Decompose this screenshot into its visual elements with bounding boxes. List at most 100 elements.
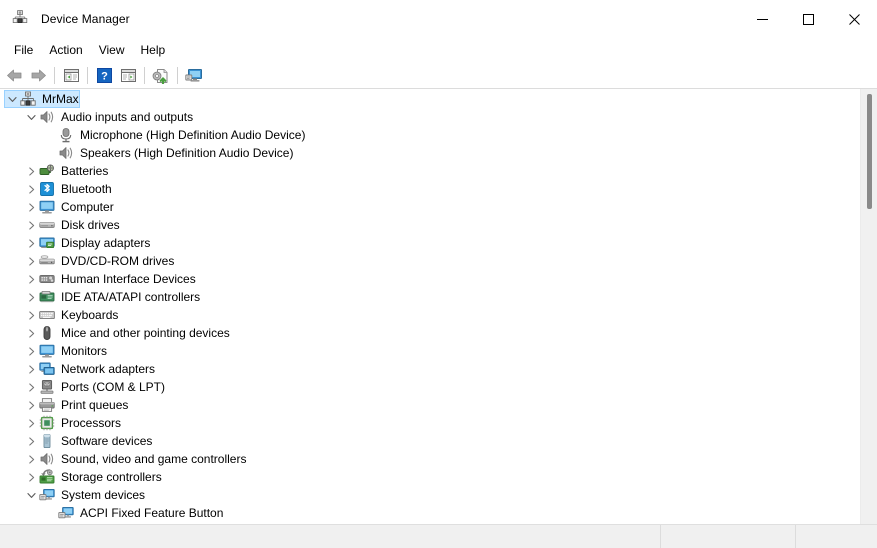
device-manager-window: Device Manager File Action View Help ? M… [0, 0, 877, 548]
tree-item-software-devices[interactable]: Software devices [0, 432, 877, 450]
battery-icon [39, 163, 55, 179]
system-device-icon [58, 505, 74, 521]
tree-item-acpi-fixed-feature-button[interactable]: ACPI Fixed Feature Button [0, 504, 877, 522]
tree-item-label: Network adapters [61, 362, 156, 376]
chevron-right-icon[interactable] [23, 450, 39, 468]
tree-item-system-devices[interactable]: System devices [0, 486, 877, 504]
help-icon[interactable]: ? [92, 64, 116, 87]
tree-item-label: ACPI Fixed Feature Button [80, 506, 224, 520]
port-icon [39, 379, 55, 395]
show-hide-console-tree-icon[interactable] [59, 64, 83, 87]
close-button[interactable] [831, 0, 877, 38]
tree-item-disk-drives[interactable]: Disk drives [0, 216, 877, 234]
menu-action[interactable]: Action [41, 40, 90, 61]
chevron-right-icon[interactable] [23, 360, 39, 378]
tree-item-keyboards[interactable]: Keyboards [0, 306, 877, 324]
title-bar: Device Manager [0, 0, 877, 38]
chevron-right-icon[interactable] [23, 306, 39, 324]
chevron-right-icon[interactable] [23, 378, 39, 396]
maximize-button[interactable] [785, 0, 831, 38]
tree-item-audio-inputs-and-outputs[interactable]: Audio inputs and outputs [0, 108, 877, 126]
tree-item-speakers-high-definition-audio-device[interactable]: Speakers (High Definition Audio Device) [0, 144, 877, 162]
tree-item-bluetooth[interactable]: Bluetooth [0, 180, 877, 198]
tree-item-network-adapters[interactable]: Network adapters [0, 360, 877, 378]
tree-item-display-adapters[interactable]: Display adapters [0, 234, 877, 252]
chevron-right-icon[interactable] [23, 162, 39, 180]
device-tree[interactable]: MrMax Audio inputs and outputs Microphone … [0, 89, 877, 524]
chevron-placeholder [42, 126, 58, 144]
ide-controller-icon [39, 289, 55, 305]
update-driver-icon[interactable] [149, 64, 173, 87]
tree-item-storage-controllers[interactable]: Storage controllers [0, 468, 877, 486]
chevron-right-icon[interactable] [23, 234, 39, 252]
tree-item-label: System devices [61, 488, 146, 502]
speaker-icon [39, 451, 55, 467]
menu-help[interactable]: Help [133, 40, 174, 61]
tree-item-label: Software devices [61, 434, 153, 448]
chevron-right-icon[interactable] [23, 468, 39, 486]
tree-item-mrmax[interactable]: MrMax [0, 90, 877, 108]
tree-item-label: Speakers (High Definition Audio Device) [80, 146, 294, 160]
chevron-down-icon[interactable] [23, 108, 39, 126]
speaker-icon [39, 109, 55, 125]
software-device-icon [39, 433, 55, 449]
hid-icon [39, 271, 55, 287]
tree-item-processors[interactable]: Processors [0, 414, 877, 432]
system-device-icon [39, 487, 55, 503]
chevron-right-icon[interactable] [23, 198, 39, 216]
menu-bar: File Action View Help [0, 38, 877, 63]
tree-item-monitors[interactable]: Monitors [0, 342, 877, 360]
tree-item-dvd-cd-rom-drives[interactable]: DVD/CD-ROM drives [0, 252, 877, 270]
keyboard-icon [39, 307, 55, 323]
storage-controller-icon [39, 469, 55, 485]
tree-vertical-scrollbar[interactable] [860, 89, 877, 524]
tree-item-label: Audio inputs and outputs [61, 110, 194, 124]
chevron-right-icon[interactable] [23, 216, 39, 234]
properties-icon[interactable] [116, 64, 140, 87]
chevron-right-icon[interactable] [23, 432, 39, 450]
tree-item-label: MrMax [42, 92, 79, 106]
tree-item-mice-and-other-pointing-devices[interactable]: Mice and other pointing devices [0, 324, 877, 342]
tree-item-ide-ata-atapi-controllers[interactable]: IDE ATA/ATAPI controllers [0, 288, 877, 306]
tree-item-label: Display adapters [61, 236, 151, 250]
tree-item-label: Computer [61, 200, 114, 214]
printer-icon [39, 397, 55, 413]
chevron-right-icon[interactable] [23, 252, 39, 270]
tree-item-microphone-high-definition-audio-device[interactable]: Microphone (High Definition Audio Device… [0, 126, 877, 144]
device-manager-icon [12, 9, 32, 29]
tree-item-computer[interactable]: Computer [0, 198, 877, 216]
toolbar-separator-1 [54, 67, 55, 84]
back-arrow-icon[interactable] [2, 64, 26, 87]
tree-item-batteries[interactable]: Batteries [0, 162, 877, 180]
chevron-right-icon[interactable] [23, 414, 39, 432]
tree-item-label: Bluetooth [61, 182, 112, 196]
chevron-down-icon[interactable] [23, 486, 39, 504]
tree-item-print-queues[interactable]: Print queues [0, 396, 877, 414]
chevron-right-icon[interactable] [23, 180, 39, 198]
chevron-placeholder [42, 144, 58, 162]
toolbar-separator-3 [144, 67, 145, 84]
chevron-right-icon[interactable] [23, 324, 39, 342]
scan-for-hardware-changes-icon[interactable] [182, 64, 206, 87]
microphone-icon [58, 127, 74, 143]
tree-item-human-interface-devices[interactable]: Human Interface Devices [0, 270, 877, 288]
menu-view[interactable]: View [91, 40, 133, 61]
chevron-right-icon[interactable] [23, 342, 39, 360]
menu-file[interactable]: File [6, 40, 41, 61]
tree-item-label: Batteries [61, 164, 109, 178]
tree-item-sound-video-and-game-controllers[interactable]: Sound, video and game controllers [0, 450, 877, 468]
chevron-right-icon[interactable] [23, 396, 39, 414]
chevron-right-icon[interactable] [23, 288, 39, 306]
toolbar-separator-4 [177, 67, 178, 84]
minimize-button[interactable] [739, 0, 785, 38]
chevron-down-icon[interactable] [4, 90, 20, 108]
chevron-right-icon[interactable] [23, 270, 39, 288]
tree-item-ports-com-lpt[interactable]: Ports (COM & LPT) [0, 378, 877, 396]
status-bar [0, 524, 877, 548]
forward-arrow-icon[interactable] [26, 64, 50, 87]
bluetooth-icon [39, 181, 55, 197]
toolbar-separator-2 [87, 67, 88, 84]
tree-item-label: Human Interface Devices [61, 272, 196, 286]
tree-item-label: Processors [61, 416, 122, 430]
tree-scrollbar-thumb[interactable] [867, 94, 872, 209]
